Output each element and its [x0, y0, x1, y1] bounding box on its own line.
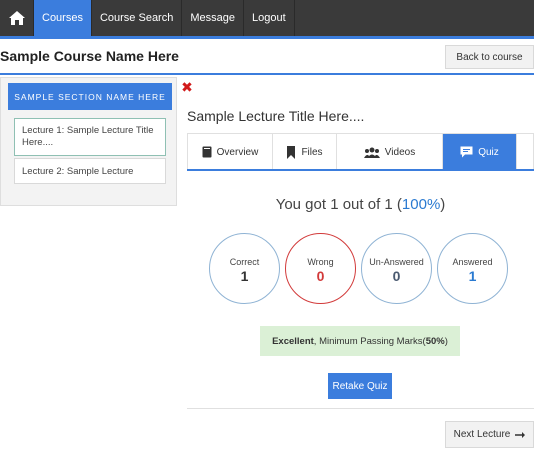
stat-unanswered: Un-Answered 0	[361, 233, 432, 304]
tab-overview[interactable]: Overview	[188, 134, 273, 170]
arrow-right-icon	[515, 431, 526, 438]
back-to-course-button[interactable]: Back to course	[445, 45, 534, 69]
stat-correct-label: Correct	[229, 257, 260, 267]
result-alert: Excellent, Minimum Passing Marks(50%)	[260, 326, 460, 356]
bookmark-icon	[287, 145, 296, 159]
tab-quiz[interactable]: Quiz	[443, 134, 517, 170]
lecture-title: Sample Lecture Title Here....	[187, 108, 365, 124]
next-lecture-button[interactable]: Next Lecture	[445, 421, 534, 448]
nav-course-search[interactable]: Course Search	[92, 0, 183, 36]
tab-files[interactable]: Files	[273, 134, 337, 170]
score-percent: 100%	[401, 196, 441, 213]
stat-wrong-value: 0	[316, 268, 325, 284]
nav-courses[interactable]: Courses	[34, 0, 92, 36]
content-divider	[187, 408, 534, 409]
score-suffix: )	[440, 196, 446, 213]
nav-courses-label: Courses	[42, 12, 83, 24]
retake-quiz-button[interactable]: Retake Quiz	[328, 373, 392, 399]
stat-correct: Correct 1	[209, 233, 280, 304]
tab-videos[interactable]: Videos	[337, 134, 443, 170]
sidebar-lecture-2[interactable]: Lecture 2: Sample Lecture	[14, 158, 166, 184]
stat-correct-value: 1	[240, 268, 249, 284]
nav-course-search-label: Course Search	[99, 12, 174, 24]
result-close: )	[444, 335, 448, 347]
score-prefix: You got 1 out of 1 (	[275, 196, 402, 213]
result-marks: 50%	[425, 335, 445, 347]
nav-message-label: Message	[190, 12, 235, 24]
stat-wrong-label: Wrong	[307, 257, 334, 267]
sidebar-lecture-1[interactable]: Lecture 1: Sample Lecture Title Here....	[14, 118, 166, 156]
tabs-divider	[187, 169, 534, 171]
book-icon	[202, 146, 212, 158]
tab-videos-label: Videos	[384, 146, 416, 158]
next-lecture-label: Next Lecture	[453, 429, 511, 440]
home-icon	[8, 11, 25, 25]
course-title: Sample Course Name Here	[0, 48, 179, 64]
nav-home[interactable]	[0, 0, 34, 36]
stat-wrong: Wrong 0	[285, 233, 356, 304]
stat-answered-value: 1	[468, 268, 477, 284]
result-text: , Minimum Passing Marks(	[313, 335, 426, 347]
tab-overview-label: Overview	[216, 146, 259, 158]
chat-icon	[460, 146, 473, 158]
header-divider	[0, 73, 534, 75]
nav-message[interactable]: Message	[182, 0, 244, 36]
navbar-underline	[0, 36, 534, 39]
stat-answered-label: Answered	[452, 257, 493, 267]
result-grade: Excellent	[272, 335, 314, 347]
stat-unanswered-label: Un-Answered	[369, 257, 424, 267]
top-navbar: Courses Course Search Message Logout	[0, 0, 534, 36]
users-icon	[363, 147, 380, 158]
stat-unanswered-value: 0	[392, 268, 401, 284]
nav-logout-label: Logout	[251, 12, 286, 24]
stat-answered: Answered 1	[437, 233, 508, 304]
tab-files-label: Files	[301, 146, 323, 158]
tab-quiz-label: Quiz	[478, 146, 499, 158]
close-icon[interactable]: ✖	[180, 80, 194, 94]
nav-logout[interactable]: Logout	[244, 0, 295, 36]
lecture-tabs: Overview Files Videos Quiz	[187, 133, 534, 170]
quiz-score: You got 1 out of 1 (100%)	[187, 196, 534, 213]
lecture-sidebar: SAMPLE SECTION NAME HERE Lecture 1: Samp…	[0, 77, 177, 206]
section-header[interactable]: SAMPLE SECTION NAME HERE	[8, 83, 172, 110]
